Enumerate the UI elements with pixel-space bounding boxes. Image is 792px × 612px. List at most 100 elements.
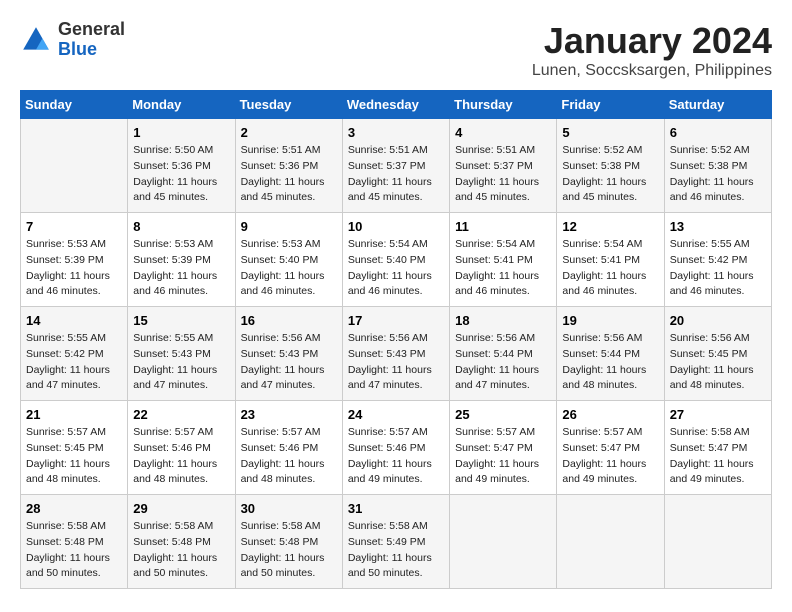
day-number: 31 xyxy=(348,501,444,516)
calendar-cell: 8 Sunrise: 5:53 AMSunset: 5:39 PMDaylight… xyxy=(128,213,235,307)
calendar-cell: 1 Sunrise: 5:50 AMSunset: 5:36 PMDaylight… xyxy=(128,119,235,213)
week-row-4: 21 Sunrise: 5:57 AMSunset: 5:45 PMDayligh… xyxy=(21,401,772,495)
calendar-cell: 27Sunrise: 5:58 AMSunset: 5:47 PMDayligh… xyxy=(664,401,771,495)
day-number: 23 xyxy=(241,407,337,422)
day-info: Sunrise: 5:51 AMSunset: 5:37 PMDaylight:… xyxy=(455,143,551,206)
day-info: Sunrise: 5:53 AMSunset: 5:40 PMDaylight:… xyxy=(241,237,337,300)
header-monday: Monday xyxy=(128,91,235,119)
calendar-cell: 15Sunrise: 5:55 AMSunset: 5:43 PMDayligh… xyxy=(128,307,235,401)
calendar-cell: 22Sunrise: 5:57 AMSunset: 5:46 PMDayligh… xyxy=(128,401,235,495)
day-number: 7 xyxy=(26,219,122,234)
calendar-cell: 20 Sunrise: 5:56 AMSunset: 5:45 PMDayligh… xyxy=(664,307,771,401)
day-info: Sunrise: 5:56 AMSunset: 5:44 PMDaylight:… xyxy=(455,331,551,394)
day-number: 11 xyxy=(455,219,551,234)
day-info: Sunrise: 5:53 AMSunset: 5:39 PMDaylight:… xyxy=(26,237,122,300)
day-info: Sunrise: 5:57 AMSunset: 5:47 PMDaylight:… xyxy=(562,425,658,488)
calendar-table: SundayMondayTuesdayWednesdayThursdayFrid… xyxy=(20,90,772,589)
day-info: Sunrise: 5:57 AMSunset: 5:46 PMDaylight:… xyxy=(348,425,444,488)
calendar-cell: 13Sunrise: 5:55 AMSunset: 5:42 PMDayligh… xyxy=(664,213,771,307)
day-number: 24 xyxy=(348,407,444,422)
calendar-cell xyxy=(21,119,128,213)
calendar-cell: 12 Sunrise: 5:54 AMSunset: 5:41 PMDayligh… xyxy=(557,213,664,307)
calendar-cell: 6Sunrise: 5:52 AMSunset: 5:38 PMDaylight… xyxy=(664,119,771,213)
day-info: Sunrise: 5:52 AMSunset: 5:38 PMDaylight:… xyxy=(562,143,658,206)
calendar-cell: 31 Sunrise: 5:58 AMSunset: 5:49 PMDayligh… xyxy=(342,495,449,589)
day-number: 9 xyxy=(241,219,337,234)
logo-text: General Blue xyxy=(58,20,125,60)
header-sunday: Sunday xyxy=(21,91,128,119)
day-number: 3 xyxy=(348,125,444,140)
calendar-cell: 14 Sunrise: 5:55 AMSunset: 5:42 PMDayligh… xyxy=(21,307,128,401)
day-number: 21 xyxy=(26,407,122,422)
day-number: 20 xyxy=(670,313,766,328)
calendar-cell xyxy=(664,495,771,589)
day-number: 14 xyxy=(26,313,122,328)
calendar-cell: 29Sunrise: 5:58 AMSunset: 5:48 PMDayligh… xyxy=(128,495,235,589)
day-number: 8 xyxy=(133,219,229,234)
day-number: 28 xyxy=(26,501,122,516)
day-info: Sunrise: 5:58 AMSunset: 5:48 PMDaylight:… xyxy=(26,519,122,582)
header-saturday: Saturday xyxy=(664,91,771,119)
day-info: Sunrise: 5:55 AMSunset: 5:42 PMDaylight:… xyxy=(670,237,766,300)
day-info: Sunrise: 5:57 AMSunset: 5:47 PMDaylight:… xyxy=(455,425,551,488)
day-info: Sunrise: 5:57 AMSunset: 5:45 PMDaylight:… xyxy=(26,425,122,488)
calendar-cell: 4 Sunrise: 5:51 AMSunset: 5:37 PMDaylight… xyxy=(450,119,557,213)
day-info: Sunrise: 5:53 AMSunset: 5:39 PMDaylight:… xyxy=(133,237,229,300)
day-info: Sunrise: 5:51 AMSunset: 5:36 PMDaylight:… xyxy=(241,143,337,206)
calendar-cell: 7 Sunrise: 5:53 AMSunset: 5:39 PMDaylight… xyxy=(21,213,128,307)
calendar-cell: 28 Sunrise: 5:58 AMSunset: 5:48 PMDayligh… xyxy=(21,495,128,589)
header-wednesday: Wednesday xyxy=(342,91,449,119)
calendar-cell: 16Sunrise: 5:56 AMSunset: 5:43 PMDayligh… xyxy=(235,307,342,401)
day-number: 5 xyxy=(562,125,658,140)
day-number: 6 xyxy=(670,125,766,140)
day-number: 2 xyxy=(241,125,337,140)
days-header-row: SundayMondayTuesdayWednesdayThursdayFrid… xyxy=(21,91,772,119)
day-number: 4 xyxy=(455,125,551,140)
day-info: Sunrise: 5:58 AMSunset: 5:47 PMDaylight:… xyxy=(670,425,766,488)
calendar-cell xyxy=(557,495,664,589)
day-info: Sunrise: 5:58 AMSunset: 5:48 PMDaylight:… xyxy=(241,519,337,582)
calendar-cell: 9 Sunrise: 5:53 AMSunset: 5:40 PMDaylight… xyxy=(235,213,342,307)
logo: General Blue xyxy=(20,20,125,60)
day-info: Sunrise: 5:56 AMSunset: 5:45 PMDaylight:… xyxy=(670,331,766,394)
calendar-cell: 24 Sunrise: 5:57 AMSunset: 5:46 PMDayligh… xyxy=(342,401,449,495)
day-info: Sunrise: 5:56 AMSunset: 5:43 PMDaylight:… xyxy=(241,331,337,394)
main-title: January 2024 xyxy=(532,20,772,62)
subtitle: Lunen, Soccsksargen, Philippines xyxy=(532,62,772,80)
day-info: Sunrise: 5:54 AMSunset: 5:41 PMDaylight:… xyxy=(562,237,658,300)
calendar-cell: 11Sunrise: 5:54 AMSunset: 5:41 PMDayligh… xyxy=(450,213,557,307)
day-info: Sunrise: 5:51 AMSunset: 5:37 PMDaylight:… xyxy=(348,143,444,206)
day-number: 25 xyxy=(455,407,551,422)
day-info: Sunrise: 5:54 AMSunset: 5:40 PMDaylight:… xyxy=(348,237,444,300)
day-info: Sunrise: 5:55 AMSunset: 5:42 PMDaylight:… xyxy=(26,331,122,394)
day-number: 1 xyxy=(133,125,229,140)
calendar-cell: 23 Sunrise: 5:57 AMSunset: 5:46 PMDayligh… xyxy=(235,401,342,495)
day-number: 26 xyxy=(562,407,658,422)
day-number: 15 xyxy=(133,313,229,328)
calendar-cell: 3 Sunrise: 5:51 AMSunset: 5:37 PMDaylight… xyxy=(342,119,449,213)
logo-icon xyxy=(20,24,52,56)
day-number: 19 xyxy=(562,313,658,328)
week-row-5: 28 Sunrise: 5:58 AMSunset: 5:48 PMDayligh… xyxy=(21,495,772,589)
day-number: 10 xyxy=(348,219,444,234)
day-number: 18 xyxy=(455,313,551,328)
calendar-cell: 2 Sunrise: 5:51 AMSunset: 5:36 PMDaylight… xyxy=(235,119,342,213)
day-number: 12 xyxy=(562,219,658,234)
calendar-cell: 10 Sunrise: 5:54 AMSunset: 5:40 PMDayligh… xyxy=(342,213,449,307)
header: General Blue January 2024 Lunen, Soccsks… xyxy=(20,20,772,80)
calendar-cell: 19Sunrise: 5:56 AMSunset: 5:44 PMDayligh… xyxy=(557,307,664,401)
calendar-cell: 17Sunrise: 5:56 AMSunset: 5:43 PMDayligh… xyxy=(342,307,449,401)
day-info: Sunrise: 5:50 AMSunset: 5:36 PMDaylight:… xyxy=(133,143,229,206)
calendar-cell: 18 Sunrise: 5:56 AMSunset: 5:44 PMDayligh… xyxy=(450,307,557,401)
calendar-cell: 25 Sunrise: 5:57 AMSunset: 5:47 PMDayligh… xyxy=(450,401,557,495)
day-info: Sunrise: 5:56 AMSunset: 5:43 PMDaylight:… xyxy=(348,331,444,394)
calendar-cell: 21 Sunrise: 5:57 AMSunset: 5:45 PMDayligh… xyxy=(21,401,128,495)
week-row-2: 7 Sunrise: 5:53 AMSunset: 5:39 PMDaylight… xyxy=(21,213,772,307)
day-info: Sunrise: 5:58 AMSunset: 5:49 PMDaylight:… xyxy=(348,519,444,582)
header-thursday: Thursday xyxy=(450,91,557,119)
day-number: 22 xyxy=(133,407,229,422)
week-row-3: 14 Sunrise: 5:55 AMSunset: 5:42 PMDayligh… xyxy=(21,307,772,401)
header-tuesday: Tuesday xyxy=(235,91,342,119)
day-info: Sunrise: 5:57 AMSunset: 5:46 PMDaylight:… xyxy=(241,425,337,488)
title-area: January 2024 Lunen, Soccsksargen, Philip… xyxy=(532,20,772,80)
